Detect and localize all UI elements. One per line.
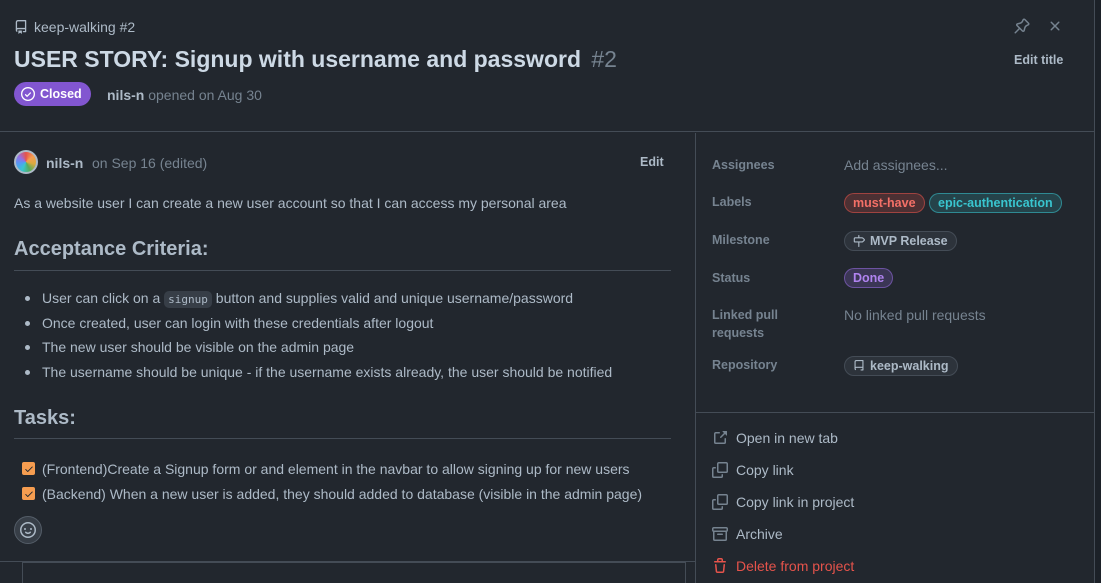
smiley-icon	[20, 522, 36, 538]
acceptance-heading: Acceptance Criteria:	[14, 238, 209, 260]
action-label: Copy link	[736, 462, 794, 478]
task-checkbox[interactable]	[22, 462, 35, 475]
list-item: User can click on a signup button and su…	[24, 288, 612, 313]
task-checkbox[interactable]	[22, 487, 35, 500]
open-in-new-tab-button[interactable]: Open in new tab	[712, 428, 838, 448]
opened-line: nils-n opened on Aug 30	[107, 87, 262, 103]
linked-prs-label: Linked pull requests	[712, 306, 778, 342]
task-label: (Frontend)Create a Signup form or and el…	[42, 460, 630, 477]
opened-text: opened on Aug 30	[148, 87, 262, 103]
copy-link-in-project-button[interactable]: Copy link in project	[712, 492, 854, 512]
action-label: Delete from project	[736, 558, 855, 574]
milestone-value: MVP Release	[870, 234, 948, 248]
pin-icon[interactable]	[1014, 18, 1030, 34]
task-list: (Frontend)Create a Signup form or and el…	[22, 456, 642, 506]
status-badge-label: Closed	[40, 87, 82, 101]
archive-icon	[712, 527, 728, 541]
divider	[696, 412, 1094, 413]
label-must-have[interactable]: must-have	[844, 193, 925, 213]
check-icon	[24, 491, 33, 497]
labels-label: Labels	[712, 195, 752, 209]
right-edge	[1094, 0, 1101, 583]
linked-prs-label-line1: Linked pull	[712, 308, 778, 322]
repository-label: Repository	[712, 358, 778, 372]
issue-number: #2	[591, 46, 617, 72]
criteria-text: User can click on a	[42, 290, 165, 306]
status-badge: Closed	[14, 82, 91, 106]
add-assignees-button[interactable]: Add assignees...	[844, 157, 948, 173]
copy-link-button[interactable]: Copy link	[712, 460, 794, 480]
repo-icon	[854, 360, 864, 371]
linked-prs-value: No linked pull requests	[844, 307, 986, 323]
close-icon[interactable]	[1047, 18, 1063, 34]
action-label: Copy link in project	[736, 494, 855, 510]
assignees-label: Assignees	[712, 158, 775, 172]
issue-author[interactable]: nils-n	[107, 87, 144, 103]
comment-author[interactable]: nils-n	[46, 155, 83, 171]
repo-reference[interactable]: keep-walking #2	[14, 17, 135, 37]
milestone-pill[interactable]: MVP Release	[844, 231, 957, 251]
status-label: Status	[712, 271, 751, 285]
repository-pill[interactable]: keep-walking	[844, 356, 958, 376]
criteria-text: button and supplies valid and unique use…	[211, 290, 574, 306]
list-item: Once created, user can login with these …	[24, 313, 612, 338]
repo-reference-text: keep-walking #2	[34, 19, 136, 35]
archive-button[interactable]: Archive	[712, 524, 783, 544]
check-icon	[24, 466, 33, 472]
trash-icon	[714, 558, 726, 573]
comment-date[interactable]: on Sep 16 (edited)	[92, 155, 207, 171]
action-label: Open in new tab	[736, 430, 838, 446]
issue-title: USER STORY: Signup with username and pas…	[14, 46, 617, 73]
avatar[interactable]	[14, 150, 38, 174]
list-item: The username should be unique - if the u…	[24, 362, 612, 387]
action-label: Archive	[736, 526, 783, 542]
new-comment-box[interactable]	[22, 562, 686, 583]
milestone-label: Milestone	[712, 233, 770, 247]
delete-from-project-button[interactable]: Delete from project	[712, 556, 854, 576]
task-label: (Backend) When a new user is added, they…	[42, 485, 643, 502]
repository-value: keep-walking	[870, 359, 949, 373]
link-external-icon	[714, 431, 727, 444]
edit-title-button[interactable]: Edit title	[1014, 53, 1063, 67]
description-text: As a website user I can create a new use…	[14, 195, 567, 211]
divider	[14, 438, 671, 439]
label-epic-authentication[interactable]: epic-authentication	[929, 193, 1062, 213]
copy-icon	[712, 494, 728, 510]
add-reaction-button[interactable]	[14, 516, 42, 544]
divider	[14, 270, 671, 271]
edit-comment-button[interactable]: Edit	[640, 155, 664, 169]
linked-prs-label-line2: requests	[712, 326, 765, 340]
criteria-list: User can click on a signup button and su…	[24, 288, 612, 387]
status-done-pill[interactable]: Done	[844, 268, 894, 288]
milestone-icon	[853, 235, 865, 247]
repo-icon	[15, 20, 27, 34]
copy-icon	[712, 462, 728, 478]
closed-issue-icon	[21, 87, 35, 101]
task-item: (Backend) When a new user is added, they…	[22, 481, 642, 506]
task-item: (Frontend)Create a Signup form or and el…	[22, 456, 642, 481]
tasks-heading: Tasks:	[14, 407, 76, 429]
code-signup: signup	[164, 291, 212, 308]
list-item: The new user should be visible on the ad…	[24, 337, 612, 362]
issue-title-text: USER STORY: Signup with username and pas…	[14, 46, 581, 72]
